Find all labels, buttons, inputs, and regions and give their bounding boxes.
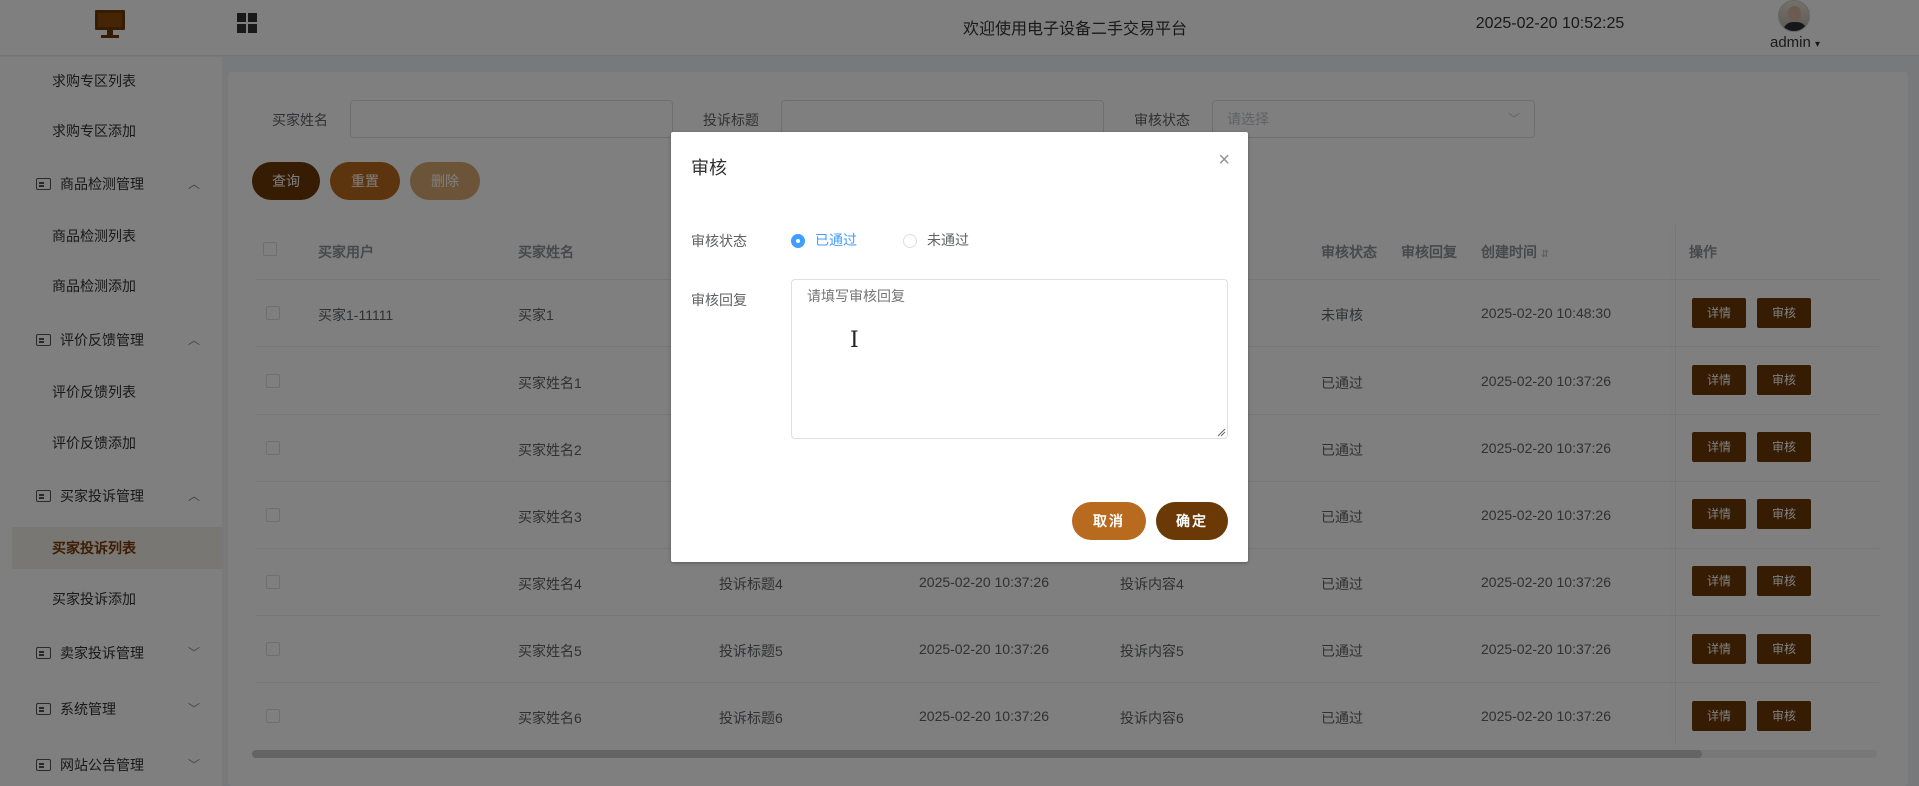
audit-reply-label: 审核回复: [691, 292, 747, 308]
cancel-button[interactable]: 取消: [1072, 502, 1146, 540]
audit-reply-textarea[interactable]: [791, 279, 1228, 439]
radio-label: 已通过: [815, 232, 857, 248]
confirm-button[interactable]: 确定: [1156, 502, 1228, 540]
resize-handle-icon[interactable]: [1216, 427, 1226, 437]
audit-dialog: 审核 × 审核状态 已通过 未通过 审核回复 取消 确定: [671, 132, 1248, 562]
radio-label: 未通过: [927, 232, 969, 248]
dialog-title: 审核: [691, 158, 727, 178]
close-icon[interactable]: ×: [1218, 150, 1230, 170]
text-cursor-icon: I: [850, 328, 859, 353]
audit-status-label: 审核状态: [691, 233, 747, 249]
radio-checked-icon: [791, 234, 805, 248]
radio-unchecked-icon: [903, 234, 917, 248]
